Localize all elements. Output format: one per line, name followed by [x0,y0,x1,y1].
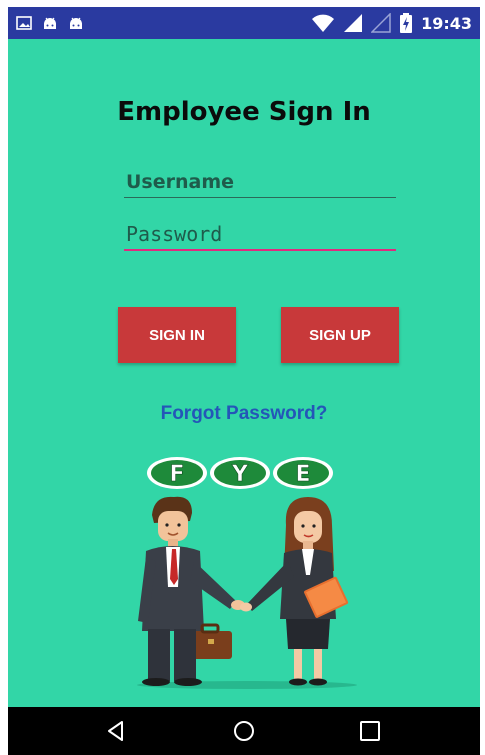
logo-letter: E [295,462,310,487]
sign-up-button[interactable]: SIGN UP [281,307,399,363]
battery-charging-icon [400,13,413,33]
password-input[interactable] [124,219,396,251]
wifi-icon [312,14,335,32]
forgot-password-link[interactable]: Forgot Password? [8,403,480,425]
app-screen: 19:43 Employee Sign In SIGN IN SIGN UP F… [8,7,480,755]
handshake-illustration [137,496,357,689]
sign-in-button[interactable]: SIGN IN [118,307,236,363]
signal-icon [344,14,363,32]
logo-badge-f: F [147,457,207,489]
recents-icon[interactable] [358,719,382,743]
man-figure [138,496,245,686]
logo-badge-e: E [273,457,333,489]
back-icon[interactable] [104,719,128,743]
logo-letter: Y [231,462,249,487]
status-bar: 19:43 [8,7,480,39]
android-icon [44,17,56,29]
android-icon [70,17,82,29]
image-icon [16,16,32,30]
logo-letter: F [169,462,184,487]
status-clock: 19:43 [421,13,472,33]
home-icon[interactable] [232,719,256,743]
logo-badge-y: Y [210,457,270,489]
signal-empty-icon [371,13,391,33]
navigation-bar [8,707,480,755]
fye-logo: F Y E [147,457,333,489]
page-title: Employee Sign In [117,97,371,127]
woman-figure [240,497,349,686]
username-input[interactable] [124,167,396,198]
